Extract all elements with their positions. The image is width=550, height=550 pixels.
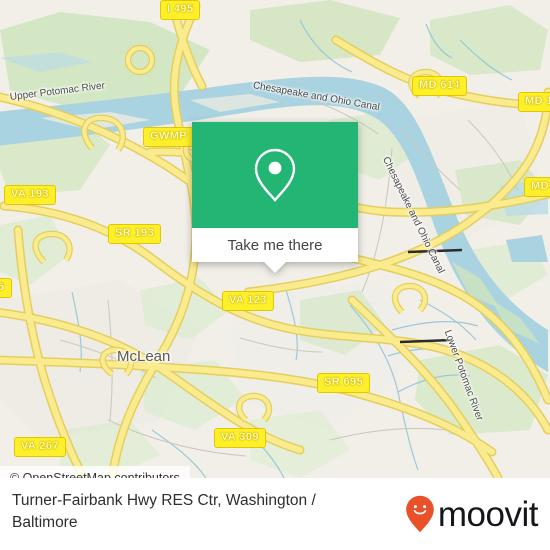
footer-bar: Turner-Fairbank Hwy RES Ctr, Washington … [0,478,550,550]
popup-tail-pointer [264,262,286,273]
location-pin-icon [254,148,296,202]
shield-sr-695[interactable]: SR 695 [317,373,371,393]
moovit-wordmark: moovit [437,494,539,534]
moovit-smiley-pin-icon [406,495,434,533]
shield-va-123[interactable]: VA 123 [222,291,274,311]
destination-popup-card[interactable]: Take me there [192,122,358,273]
popup-header [192,122,358,228]
map-attribution-text: © OpenStreetMap contributors [10,471,180,478]
take-me-there-label: Take me there [227,236,323,254]
shield-va-309[interactable]: VA 309 [214,428,266,448]
shield-va-193[interactable]: VA 193 [4,185,56,205]
shield-md-1[interactable]: MD 1 [518,92,550,112]
shield-va-267[interactable]: VA 267 [14,437,66,457]
shield-md[interactable]: MD [524,177,550,197]
shield-gwmp[interactable]: GWMP [143,127,195,147]
take-me-there-button[interactable]: Take me there [192,228,358,262]
place-label-mclean: McLean [117,348,171,365]
location-title: Turner-Fairbank Hwy RES Ctr, Washington … [12,492,316,532]
moovit-brand-logo[interactable]: moovit [405,494,539,534]
shield-sr-193[interactable]: SR 193 [108,224,162,244]
shield-md-614[interactable]: MD 614 [412,76,467,96]
map-viewport[interactable]: I 495 MD 614 MD 1 GWMP VA 193 MD SR 193 … [0,0,550,478]
screenshot-root: I 495 MD 614 MD 1 GWMP VA 193 MD SR 193 … [0,0,550,550]
shield-edge-left[interactable]: 5 [0,278,12,298]
shield-i-495[interactable]: I 495 [160,0,201,20]
map-attribution[interactable]: © OpenStreetMap contributors [0,466,190,478]
